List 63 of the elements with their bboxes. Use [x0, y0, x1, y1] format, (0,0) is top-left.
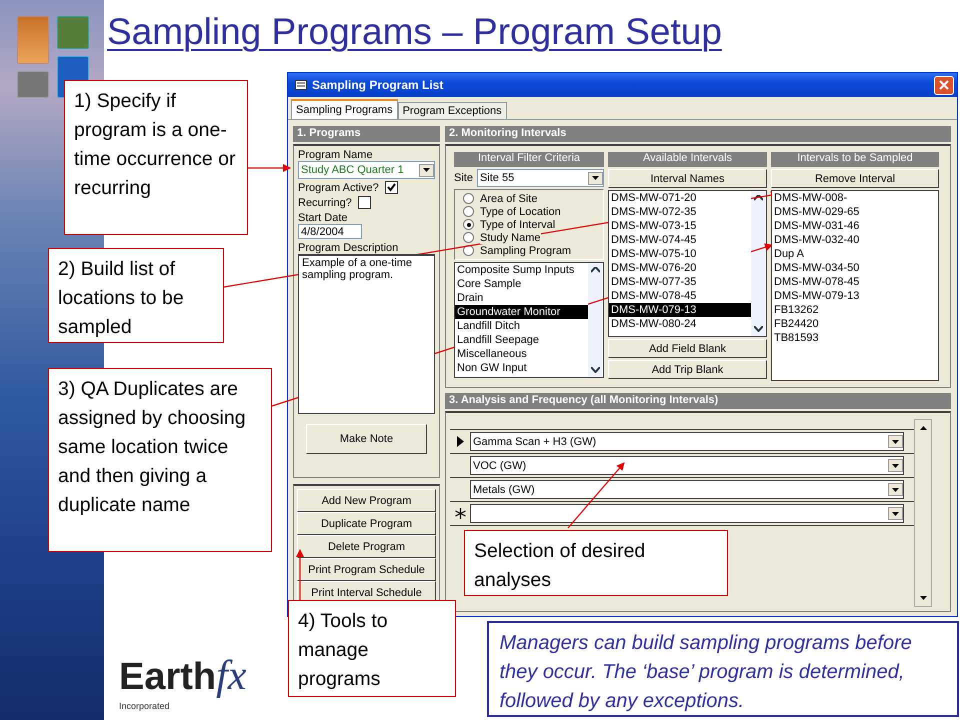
list-item[interactable]: Groundwater Monitor — [455, 305, 588, 319]
scrollbar[interactable] — [914, 419, 932, 607]
caret-icon — [892, 512, 899, 516]
tab[interactable]: Sampling Programs — [291, 99, 398, 119]
photo-placeholder — [57, 16, 89, 49]
tab[interactable]: Program Exceptions — [398, 102, 507, 119]
list-item[interactable]: Drain — [455, 291, 588, 305]
callout: Selection of desired analyses — [464, 530, 728, 596]
section-header: 2. Monitoring Intervals — [445, 126, 951, 142]
close-icon — [939, 80, 949, 90]
program-name-combo[interactable]: Study ABC Quarter 1 — [298, 161, 435, 179]
checkbox-label: Program Active? — [298, 182, 379, 194]
scroll-up-icon — [920, 426, 926, 430]
window-title: Sampling Program List — [312, 78, 444, 92]
column-header: Available Intervals — [608, 152, 767, 167]
column-header: Intervals to be Sampled — [771, 152, 939, 167]
analysis-combo[interactable]: Gamma Scan + H3 (GW) — [470, 432, 904, 451]
form-icon — [295, 80, 307, 90]
scroll-down-icon — [591, 367, 600, 373]
arrow — [296, 549, 304, 600]
add-field-blank-button[interactable]: Add Field Blank — [608, 339, 767, 358]
remove-interval-button[interactable]: Remove Interval — [771, 169, 939, 188]
description-field[interactable]: Example of a one-time sampling program. — [298, 254, 435, 414]
scroll-down-icon — [754, 326, 763, 332]
caret-icon — [892, 488, 899, 492]
analysis-combo[interactable]: VOC (GW) — [470, 456, 904, 475]
arrow — [248, 164, 291, 172]
interval-names-button[interactable]: Interval Names — [608, 169, 767, 188]
section-header: 3. Analysis and Frequency (all Monitoring Intervals) — [445, 393, 951, 409]
new-row-icon — [454, 508, 466, 519]
arrow — [568, 462, 625, 528]
slide-title: Sampling Programs – Program Setup — [107, 10, 723, 54]
analysis-combo[interactable]: Metals (GW) — [470, 480, 904, 499]
callout: 1) Specify if program is a one-time occurrence or recurring — [64, 80, 248, 235]
program-button[interactable]: Print Program Schedule — [297, 558, 436, 581]
callout: 3) QA Duplicates are assigned by choosing same location twice and then giving a duplicate name — [48, 368, 272, 552]
analysis-combo[interactable] — [470, 504, 904, 523]
program-button[interactable]: Add New Program — [297, 489, 436, 512]
program-button[interactable]: Delete Program — [297, 535, 436, 558]
caret-icon — [423, 168, 430, 172]
callout: 4) Tools to manage programs — [288, 600, 456, 697]
section-header: 1. Programs — [293, 126, 440, 142]
list-item[interactable]: DMS-MW-079-13 — [609, 303, 751, 317]
caret-icon — [892, 440, 899, 444]
caret-icon — [592, 176, 599, 180]
scrollbar[interactable] — [588, 263, 603, 377]
program-button[interactable]: Duplicate Program — [297, 512, 436, 535]
site-combo[interactable]: Site 55 — [476, 169, 604, 187]
summary-note: Managers can build sampling programs before they occur. The ‘base’ program is determined, followed by any exceptions. — [487, 621, 960, 717]
field-label: Site — [454, 172, 473, 184]
scroll-down-icon — [920, 596, 926, 600]
close-button[interactable] — [934, 76, 954, 94]
photo-placeholder — [17, 71, 49, 98]
make-note-button[interactable]: Make Note — [306, 424, 427, 454]
field-label: Program Name — [298, 149, 374, 161]
add-trip-blank-button[interactable]: Add Trip Blank — [608, 360, 767, 379]
company-logo: Earthfx Incorporated — [119, 652, 248, 713]
column-header: Interval Filter Criteria — [454, 152, 604, 167]
callout: 2) Build list of locations to be sampled — [48, 248, 224, 343]
checkbox[interactable] — [384, 181, 398, 194]
caret-icon — [892, 464, 899, 468]
current-row-icon — [456, 436, 464, 447]
photo-placeholder — [17, 16, 49, 64]
